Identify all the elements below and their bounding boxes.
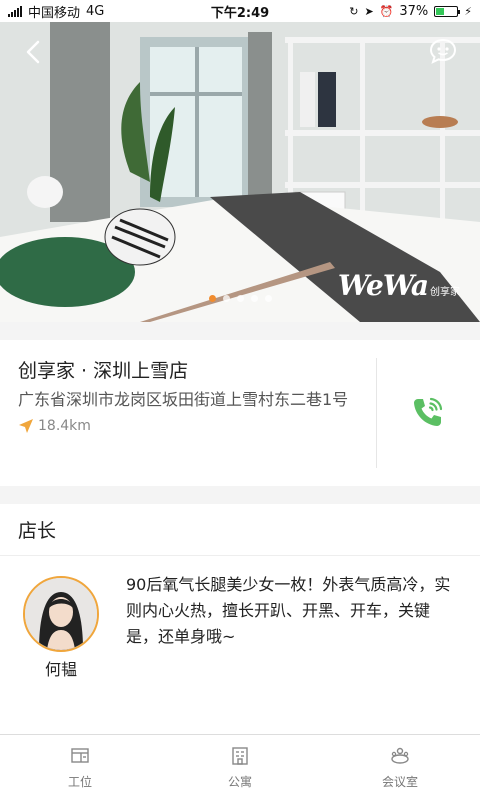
location-icon: ➤: [364, 4, 374, 18]
brand-logo-sub: 创享家: [430, 287, 460, 298]
battery-icon: [434, 5, 461, 17]
signal-icon: [8, 5, 22, 17]
apartment-icon: [232, 747, 248, 765]
back-button[interactable]: [18, 36, 50, 68]
back-arrow-icon: [26, 40, 40, 64]
avatar[interactable]: [23, 576, 99, 652]
store-name: 创享家 · 深圳上雪店: [18, 360, 189, 382]
nav-label-apartment: 公寓: [227, 775, 252, 789]
carousel-dot[interactable]: [222, 295, 230, 302]
nav-label-workspace: 工位: [67, 775, 92, 789]
navigation-icon: [19, 419, 33, 433]
alarm-icon: ⏰: [379, 4, 394, 18]
manager-card: 何韫 90后氧气长腿美少女一枚！外表气质高冷，实则内心火热，擅长开趴、开黑、开车…: [0, 556, 480, 734]
manager-bio: 90后氧气长腿美少女一枚！外表气质高冷，实则内心火热，擅长开趴、开黑、开车，关键…: [126, 575, 451, 646]
nav-label-meeting-room: 会议室: [381, 775, 418, 789]
orientation-lock-icon: ↻: [349, 4, 359, 18]
store-card: 创享家 · 深圳上雪店 广东省深圳市龙岗区坂田街道上雪村东二巷1号 18.4km: [0, 340, 480, 486]
nav-item-meeting-room[interactable]: 会议室: [320, 735, 480, 800]
store-info[interactable]: 创享家 · 深圳上雪店 广东省深圳市龙岗区坂田街道上雪村东二巷1号 18.4km: [0, 340, 376, 486]
store-address: 广东省深圳市龙岗区坂田街道上雪村东二巷1号: [18, 390, 349, 409]
brand-logo-text: WeWa: [337, 269, 429, 302]
battery-percent: 37%: [399, 3, 429, 19]
bottom-nav: 工位 公寓 会议室: [0, 734, 480, 800]
carousel-dot[interactable]: [236, 295, 244, 302]
nav-item-workspace[interactable]: 工位: [0, 735, 160, 800]
battery-fill: [436, 7, 444, 15]
store-distance: 18.4km: [18, 418, 358, 434]
phone-icon: [414, 397, 443, 426]
status-bar: 中国移动 4G 下午2:49 ↻ ➤ ⏰ 37% ⚡: [0, 0, 480, 22]
network-label: 4G: [86, 3, 105, 19]
desk-icon: [71, 748, 89, 763]
carrier-label: 中国移动: [28, 5, 81, 21]
chat-button[interactable]: [428, 36, 458, 66]
avatar-photo: [25, 578, 97, 650]
hero-carousel[interactable]: WeWa 创享家: [0, 22, 480, 322]
distance-value: 18.4km: [38, 418, 91, 434]
meeting-room-icon: [391, 747, 409, 764]
brand-watermark: WeWa 创享家: [338, 272, 460, 300]
carousel-dot[interactable]: [264, 295, 272, 302]
manager-name: 何韫: [44, 660, 77, 679]
charging-icon: ⚡: [464, 4, 472, 18]
section-title-manager: 店长: [0, 504, 480, 556]
carousel-dot[interactable]: [250, 295, 258, 302]
chat-icon: [429, 38, 457, 64]
carousel-dot[interactable]: [208, 295, 216, 302]
nav-item-apartment[interactable]: 公寓: [160, 735, 320, 800]
call-button[interactable]: [377, 340, 480, 486]
